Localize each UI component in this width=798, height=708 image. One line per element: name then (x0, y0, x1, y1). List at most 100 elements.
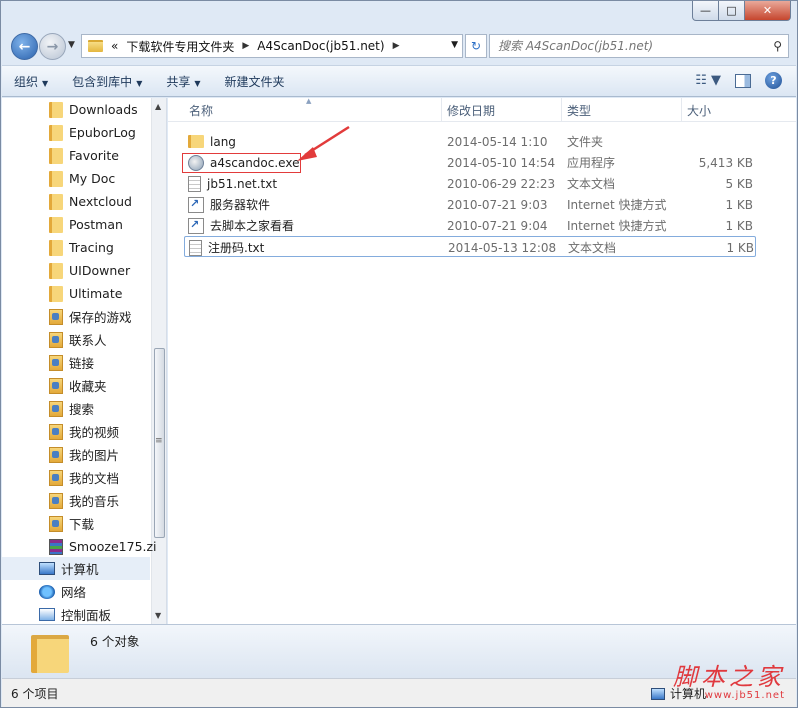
nav-item[interactable]: Postman (2, 213, 150, 236)
maximize-button[interactable]: □ (719, 1, 745, 21)
help-icon[interactable]: ? (765, 72, 782, 89)
object-count: 6 个对象 (90, 634, 140, 649)
music-icon (49, 492, 63, 509)
file-size: 5 KB (725, 176, 753, 191)
forward-arrow-icon: → (46, 38, 59, 55)
file-row[interactable]: 注册码.txt 2014-05-13 12:08 文本文档 1 KB (184, 236, 756, 257)
nav-item[interactable]: 我的音乐 (2, 489, 150, 512)
back-button[interactable]: ← (11, 33, 38, 60)
text-file-icon (189, 239, 202, 256)
file-name: jb51.net.txt (207, 176, 278, 191)
column-type[interactable]: 类型 (562, 98, 682, 122)
nav-item-label: 下载 (69, 517, 95, 532)
nav-item[interactable]: Nextcloud (2, 190, 150, 213)
nav-item[interactable]: 我的图片 (2, 443, 150, 466)
documents-icon (49, 469, 63, 486)
file-size: 5,413 KB (698, 155, 753, 170)
breadcrumb-prefix[interactable]: « (111, 39, 118, 53)
nav-item-label: 我的文档 (69, 471, 120, 486)
nav-item[interactable]: 我的文档 (2, 466, 150, 489)
nav-item[interactable]: Ultimate (2, 282, 150, 305)
file-type: 应用程序 (567, 156, 616, 170)
nav-item[interactable]: Favorite (2, 144, 150, 167)
column-name[interactable]: 名称 (184, 98, 442, 122)
nav-item[interactable]: Smooze175.zi (2, 535, 157, 558)
minimize-button[interactable]: — (692, 1, 719, 21)
search-icon[interactable]: ⚲ (773, 39, 782, 53)
new-folder-button[interactable]: 新建文件夹 (213, 73, 297, 90)
column-headers: ▲ 名称 修改日期 类型 大小 (168, 97, 796, 122)
nav-item-network[interactable]: 网络 (2, 580, 150, 603)
file-row[interactable]: jb51.net.txt 2010-06-29 22:23 文本文档 5 KB (184, 173, 756, 194)
file-type: 文本文档 (568, 241, 617, 255)
nav-item[interactable]: 链接 (2, 351, 150, 374)
folder-icon (49, 101, 63, 118)
file-row[interactable]: 服务器软件 2010-07-21 9:03 Internet 快捷方式 1 KB (184, 194, 756, 215)
nav-item-computer[interactable]: 计算机 (2, 557, 150, 580)
preview-pane-icon[interactable] (735, 73, 751, 88)
chevron-down-icon: ▼ (194, 78, 201, 88)
file-type: 文本文档 (567, 177, 616, 191)
file-modified: 2014-05-13 12:08 (448, 240, 557, 255)
nav-item[interactable]: 联系人 (2, 328, 150, 351)
breadcrumb-item-current[interactable]: A4ScanDoc(jb51.net) (257, 39, 384, 53)
saved-games-icon (49, 308, 63, 325)
nav-item-label: Tracing (69, 240, 114, 255)
column-modified[interactable]: 修改日期 (442, 98, 562, 122)
nav-item-label: My Doc (69, 171, 116, 186)
nav-item[interactable]: 我的视频 (2, 420, 150, 443)
file-row[interactable]: lang 2014-05-14 1:10 文件夹 (184, 131, 756, 152)
breadcrumb-separator-icon[interactable]: ▶ (242, 41, 249, 51)
nav-item[interactable]: My Doc (2, 167, 150, 190)
nav-item[interactable]: Downloads (2, 98, 150, 121)
file-size: 1 KB (726, 240, 754, 255)
nav-item-label: 控制面板 (61, 608, 112, 623)
address-bar[interactable]: « 下载软件专用文件夹 ▶ A4ScanDoc(jb51.net) ▶ ▼ (81, 34, 463, 58)
download-icon (49, 515, 63, 532)
forward-button[interactable]: → (39, 33, 66, 60)
recent-pages-dropdown[interactable]: ▼ (68, 40, 75, 50)
refresh-button[interactable]: ↻ (465, 34, 487, 58)
nav-item-label: Nextcloud (69, 194, 132, 209)
breadcrumb-separator-icon[interactable]: ▶ (393, 41, 400, 51)
search-box[interactable]: ⚲ (489, 34, 789, 58)
file-modified: 2010-07-21 9:03 (447, 197, 548, 212)
search-input[interactable] (498, 35, 758, 57)
column-size[interactable]: 大小 (682, 98, 762, 122)
scroll-down-icon[interactable]: ▼ (155, 611, 161, 620)
links-icon (49, 354, 63, 371)
nav-item[interactable]: 保存的游戏 (2, 305, 150, 328)
nav-item-label: 我的图片 (69, 448, 120, 463)
nav-item-control-panel[interactable]: 控制面板 (2, 603, 150, 624)
folder-icon (49, 147, 63, 164)
folder-icon (49, 285, 63, 302)
nav-item-label: EpuborLog (69, 125, 136, 140)
nav-item-label: 我的视频 (69, 425, 120, 440)
organize-button[interactable]: 组织 ▼ (2, 73, 60, 90)
contacts-icon (49, 331, 63, 348)
nav-item[interactable]: EpuborLog (2, 121, 150, 144)
file-name: 去脚本之家看看 (210, 219, 295, 233)
nav-item[interactable]: UIDowner (2, 259, 150, 282)
folder-icon (49, 193, 63, 210)
nav-item-label: 链接 (69, 356, 95, 371)
window-controls: — □ ✕ (692, 1, 791, 21)
address-dropdown-icon[interactable]: ▼ (451, 40, 458, 50)
nav-item-label: 计算机 (61, 562, 99, 577)
change-view-icon[interactable]: ☷ ▼ (695, 73, 721, 88)
internet-shortcut-icon (188, 196, 204, 213)
scroll-up-icon[interactable]: ▲ (155, 102, 161, 111)
close-button[interactable]: ✕ (745, 1, 791, 21)
nav-item[interactable]: Tracing (2, 236, 150, 259)
nav-item[interactable]: 下载 (2, 512, 150, 535)
share-button[interactable]: 共享 ▼ (154, 73, 212, 90)
chevron-down-icon: ▼ (136, 78, 143, 88)
favorites-icon (49, 377, 63, 394)
include-in-library-button[interactable]: 包含到库中 ▼ (60, 73, 154, 90)
file-row[interactable]: 去脚本之家看看 2010-07-21 9:04 Internet 快捷方式 1 KB (184, 215, 756, 236)
nav-item[interactable]: 收藏夹 (2, 374, 150, 397)
address-row: ← → ▼ « 下载软件专用文件夹 ▶ A4ScanDoc(jb51.net) … (9, 31, 789, 61)
control-panel-icon (39, 608, 55, 621)
breadcrumb-item-downloads-folder[interactable]: 下载软件专用文件夹 (126, 38, 234, 55)
nav-item[interactable]: 搜索 (2, 397, 150, 420)
